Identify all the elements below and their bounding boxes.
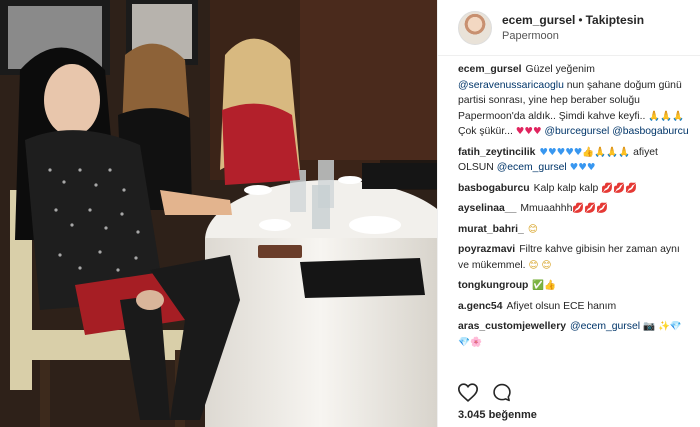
instagram-post: ecem_gursel • Takiptesin Papermoon ecem_gu… (0, 0, 700, 427)
emoji-glyphs: 👍 (544, 280, 557, 291)
emoji-glyphs: 🙏 (618, 146, 631, 158)
comment-text: Güzel yeğenim (525, 64, 595, 75)
post-photo[interactable] (0, 0, 437, 427)
avatar[interactable] (458, 10, 492, 45)
comment-text: Afiyet olsun ECE hanım (506, 300, 617, 312)
emoji-glyphs: ♥♥♥ (515, 126, 542, 137)
emoji-glyphs: 👍🙏🙏 (582, 146, 619, 158)
comment-username[interactable]: aras_customjewellery (458, 321, 566, 332)
mention-link[interactable]: @basbogaburcu (612, 126, 688, 137)
comment-username[interactable]: murat_bahri_ (458, 224, 524, 235)
heart-outline-icon[interactable] (458, 383, 478, 402)
speech-bubble-icon[interactable] (492, 383, 512, 402)
comment-text: Çok şükür... (458, 126, 516, 137)
comment-row: basbogaburcu Kalp kalp kalp 💋💋💋 (458, 181, 690, 197)
mention-link[interactable]: @ecem_gursel (497, 162, 567, 173)
comment-username[interactable]: fatih_zeytincilik (458, 147, 535, 158)
comment-row: poyrazmavi Filtre kahve gibisin her zaman… (458, 242, 690, 273)
header-separator: • (578, 12, 583, 27)
emoji-glyphs: ♥♥♥ (569, 162, 596, 173)
comment-username[interactable]: basbogaburcu (458, 183, 530, 194)
post-header: ecem_gursel • Takiptesin Papermoon (438, 0, 700, 56)
emoji-glyphs: ♥♥♥♥♥ (539, 146, 583, 158)
speech-bubble-svg (493, 383, 511, 402)
comment-username[interactable]: ayselinaa__ (458, 203, 516, 214)
comment-row: tongkungroup ✅👍 (458, 278, 690, 294)
comment-row: aras_customjewellery @ecem_gursel 📷 ✨💎💎🌸 (458, 319, 690, 350)
comment-username[interactable]: ecem_gursel (458, 64, 522, 75)
comment-username[interactable]: poyrazmavi (458, 244, 515, 255)
emoji-glyphs: 🙏🙏🙏 (648, 110, 685, 122)
emoji-glyphs: 💋💋💋 (572, 203, 609, 214)
comment-username[interactable]: a.genc54 (458, 301, 502, 312)
action-bar (458, 383, 512, 402)
comment-text: Kalp kalp kalp (533, 182, 602, 194)
mention-link[interactable]: @ecem_gursel (570, 321, 640, 332)
likes-count[interactable]: 3.045 beğenme (458, 409, 537, 421)
header-text: ecem_gursel • Takiptesin Papermoon (502, 12, 644, 44)
comments-list: ecem_gursel Güzel yeğenim @seravenussaric… (438, 62, 700, 370)
comment-row: fatih_zeytincilik ♥♥♥♥♥👍🙏🙏🙏 afiyet OLSUN … (458, 145, 690, 176)
emoji-glyphs: ✅ (532, 280, 545, 291)
comment-row: ecem_gursel Güzel yeğenim @seravenussaric… (458, 62, 690, 140)
mention-link[interactable]: @burcegursel (544, 126, 609, 137)
emoji-glyphs: 😊 (527, 223, 538, 235)
location-link[interactable]: Papermoon (502, 28, 644, 44)
mention-link[interactable]: @seravenussaricaoglu (458, 80, 564, 91)
comment-row: ayselinaa__ Mmuaahhh💋💋💋 (458, 201, 690, 217)
emoji-glyphs: 📷 (642, 321, 655, 332)
emoji-glyphs: 😊 😊 (528, 259, 552, 271)
follow-status[interactable]: Takiptesin (586, 13, 644, 27)
emoji-glyphs: 💋💋💋 (601, 182, 638, 194)
comment-username[interactable]: tongkungroup (458, 280, 528, 291)
post-sidebar: ecem_gursel • Takiptesin Papermoon ecem_gu… (437, 0, 700, 427)
emoji-glyphs: 🌸 (469, 336, 482, 348)
comment-row: a.genc54 Afiyet olsun ECE hanım (458, 299, 690, 315)
header-username[interactable]: ecem_gursel (502, 13, 575, 27)
comment-row: murat_bahri_ 😊 (458, 222, 690, 238)
heart-outline-svg (458, 383, 478, 402)
photo-illustration (0, 0, 437, 427)
comment-text: Mmuaahhh (520, 203, 573, 214)
